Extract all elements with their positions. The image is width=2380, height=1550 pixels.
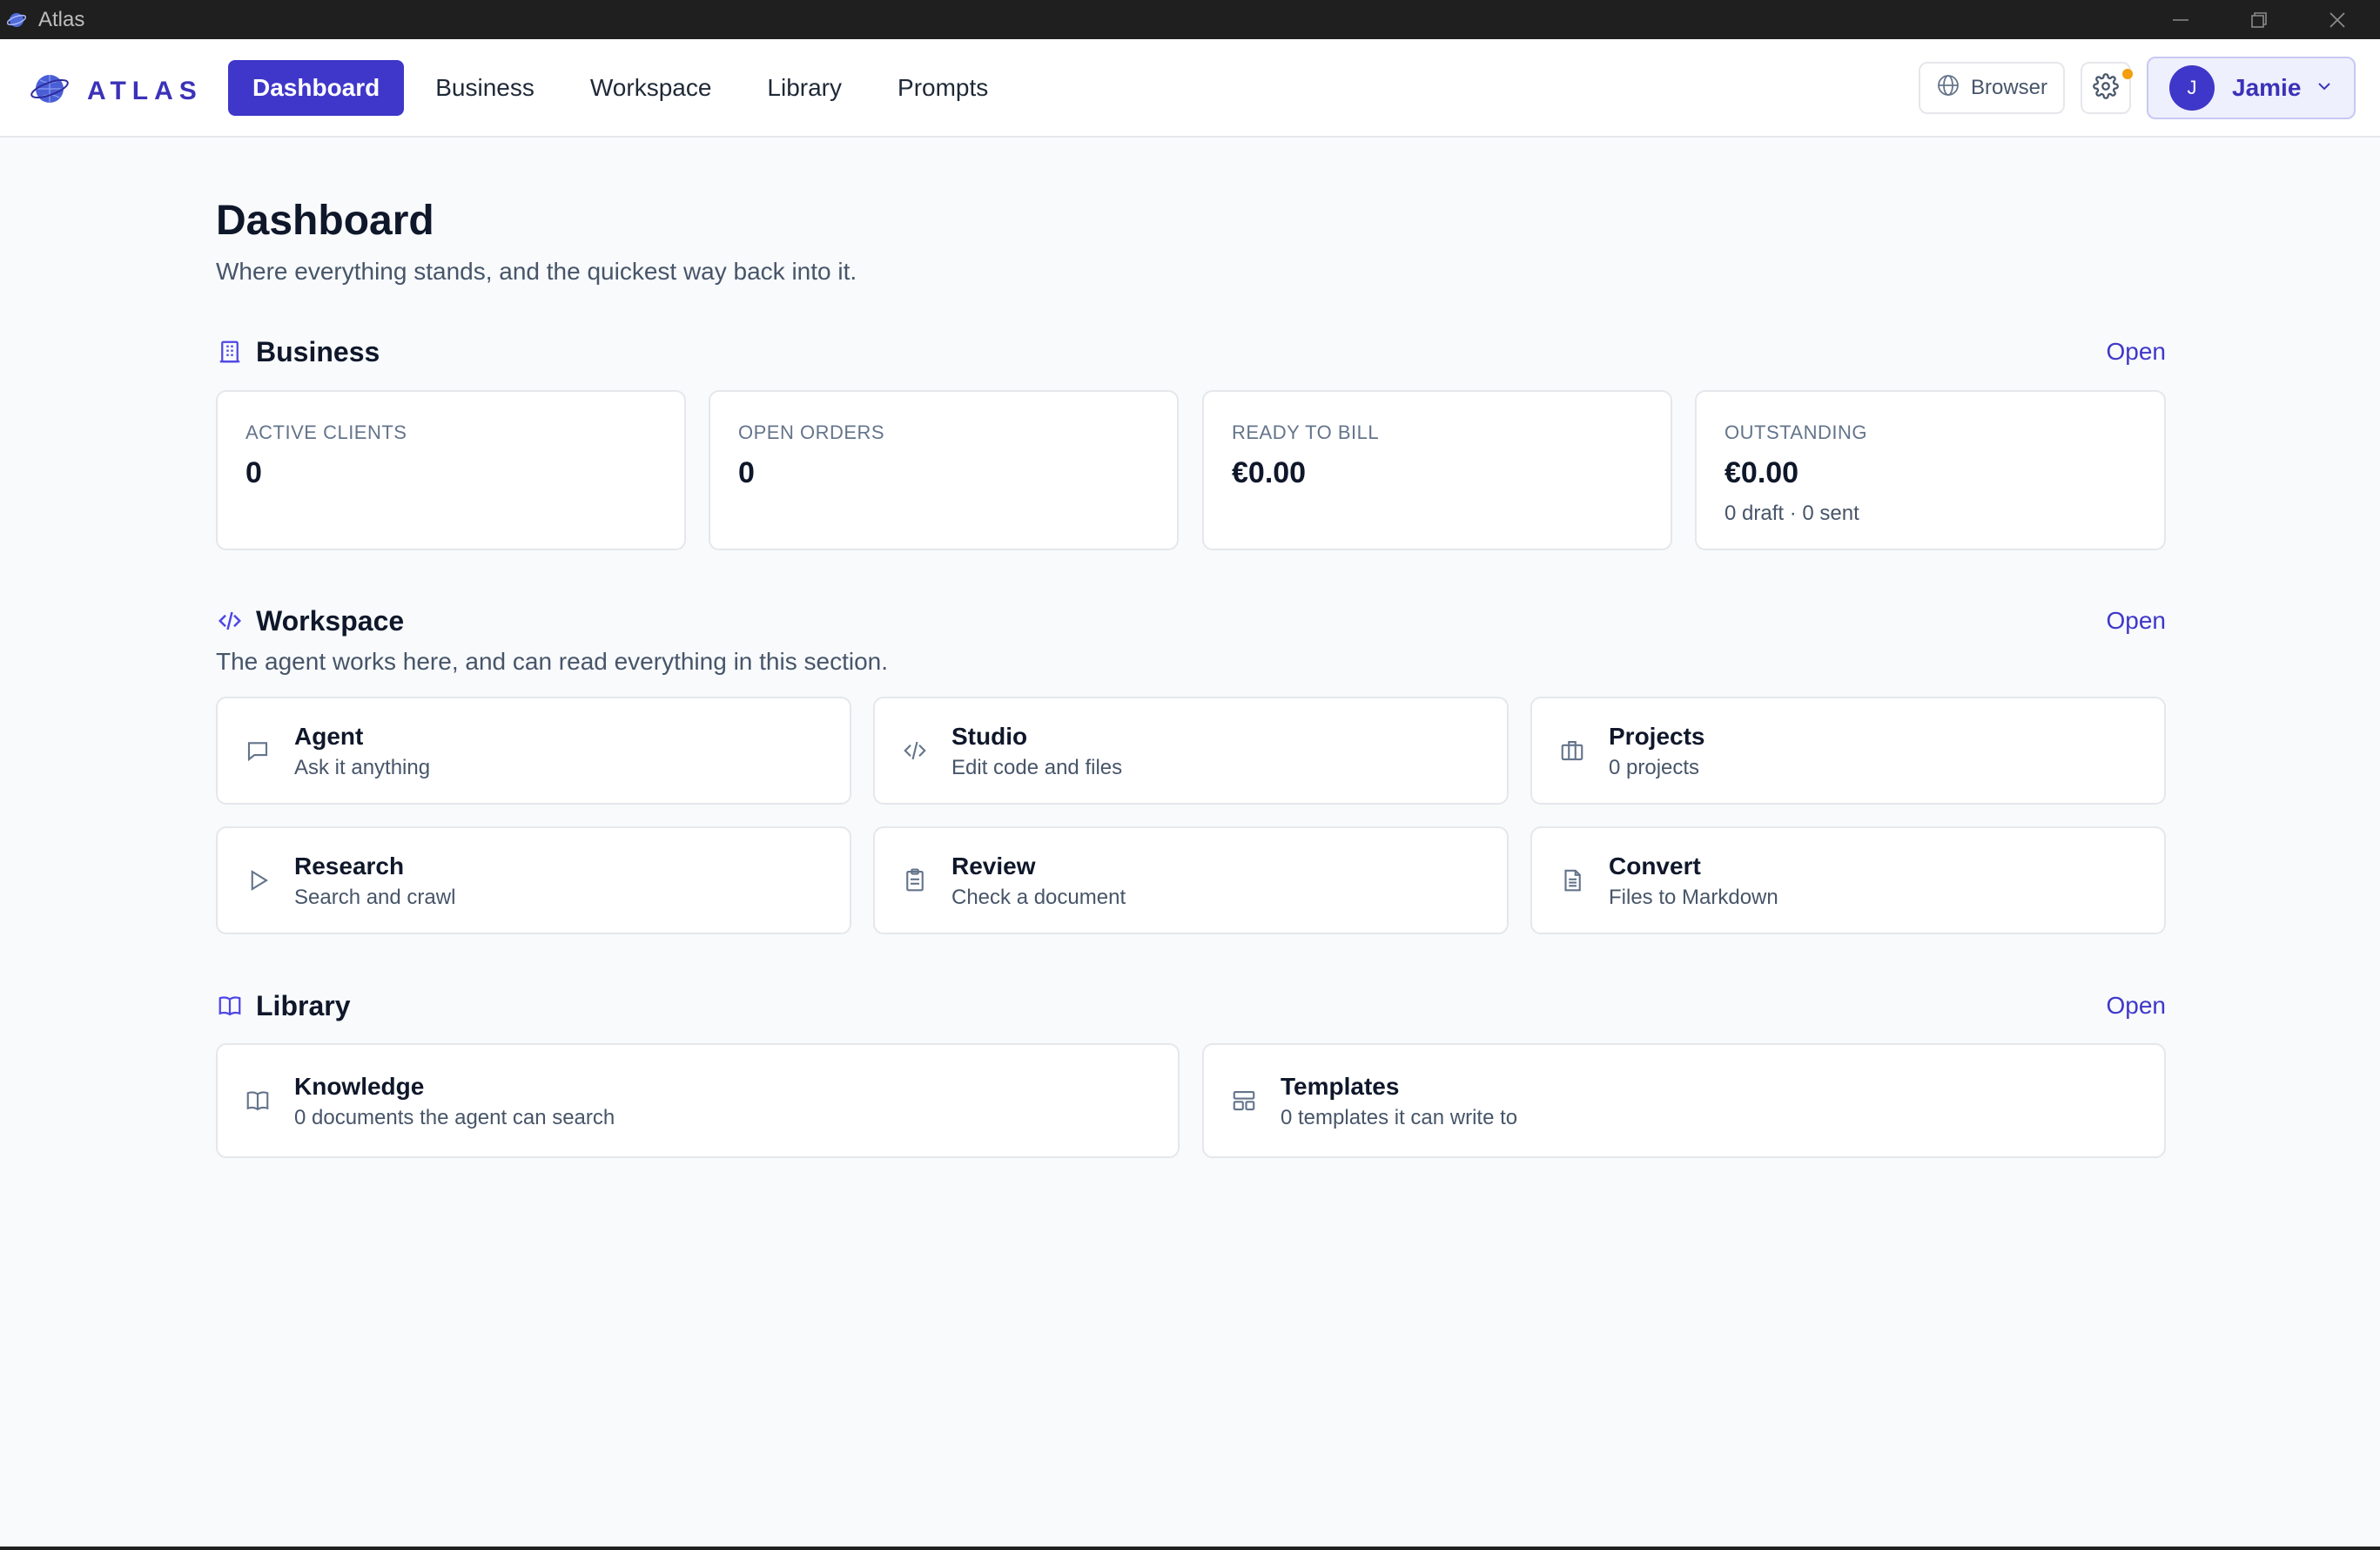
play-icon xyxy=(244,866,272,894)
clipboard-icon xyxy=(901,866,929,894)
business-section-header: Business Open xyxy=(216,333,2166,371)
workspace-section-header: Workspace Open xyxy=(216,602,2166,640)
browser-label: Browser xyxy=(1970,76,2048,99)
stat-card-active-clients[interactable]: ACTIVE CLIENTS 0 xyxy=(216,390,686,550)
tile-studio[interactable]: Studio Edit code and files xyxy=(873,697,1509,805)
tile-title: Agent xyxy=(294,723,364,750)
library-title: Library xyxy=(256,989,351,1021)
window-bottom-edge xyxy=(0,1547,2380,1550)
app-icon xyxy=(7,10,28,30)
tile-subtitle: Edit code and files xyxy=(951,756,1123,779)
stat-value: €0.00 xyxy=(1232,456,1307,489)
window-title: Atlas xyxy=(38,7,85,31)
page-title: Dashboard xyxy=(216,198,434,244)
stat-value: 0 xyxy=(738,456,755,489)
tab-business[interactable]: Business xyxy=(411,60,559,116)
stat-sub: 0 draft · 0 sent xyxy=(1724,502,1859,525)
globe-icon xyxy=(1936,73,1971,104)
file-text-icon xyxy=(1558,866,1586,894)
tile-subtitle: Files to Markdown xyxy=(1609,886,1778,909)
tile-research[interactable]: Research Search and crawl xyxy=(216,826,851,934)
tile-title: Templates xyxy=(1281,1073,1400,1100)
code-icon xyxy=(901,737,929,765)
code-icon xyxy=(216,607,244,635)
atlas-logo[interactable]: ATLAS xyxy=(30,69,203,113)
tile-subtitle: 0 templates it can write to xyxy=(1281,1106,1518,1129)
tile-review[interactable]: Review Check a document xyxy=(873,826,1509,934)
gear-icon xyxy=(2093,72,2119,104)
workspace-title: Workspace xyxy=(256,604,405,637)
tile-title: Studio xyxy=(951,723,1028,750)
close-icon[interactable] xyxy=(2298,0,2377,39)
tile-title: Knowledge xyxy=(294,1073,425,1100)
main-nav-tabs: Dashboard Business Workspace Library Pro… xyxy=(228,60,1019,116)
workspace-description: The agent works here, and can read every… xyxy=(216,648,888,675)
globe-logo-icon xyxy=(30,69,70,113)
tile-subtitle: Search and crawl xyxy=(294,886,456,909)
stat-card-open-orders[interactable]: OPEN ORDERS 0 xyxy=(709,390,1179,550)
tile-templates[interactable]: Templates 0 templates it can write to xyxy=(1202,1043,2166,1158)
settings-button[interactable] xyxy=(2081,62,2133,114)
page-subtitle: Where everything stands, and the quickes… xyxy=(216,258,857,285)
logo-text: ATLAS xyxy=(87,76,203,105)
tile-title: Convert xyxy=(1609,852,1701,879)
avatar: J xyxy=(2169,65,2215,111)
stat-card-outstanding[interactable]: OUTSTANDING €0.00 0 draft · 0 sent xyxy=(1695,390,2166,550)
book-icon xyxy=(244,1087,272,1115)
tile-subtitle: 0 documents the agent can search xyxy=(294,1106,615,1129)
stat-value: €0.00 xyxy=(1724,456,1799,489)
stat-label: READY TO BILL xyxy=(1232,421,1380,443)
workspace-open-link[interactable]: Open xyxy=(2107,607,2167,635)
tile-subtitle: 0 projects xyxy=(1609,756,1700,779)
tile-subtitle: Ask it anything xyxy=(294,756,431,779)
window-titlebar: Atlas xyxy=(0,0,2380,39)
tile-knowledge[interactable]: Knowledge 0 documents the agent can sear… xyxy=(216,1043,1180,1158)
tile-title: Projects xyxy=(1609,723,1705,750)
stat-label: ACTIVE CLIENTS xyxy=(245,421,407,443)
tile-convert[interactable]: Convert Files to Markdown xyxy=(1530,826,2166,934)
notification-dot xyxy=(2122,69,2133,79)
library-section-header: Library Open xyxy=(216,987,2166,1025)
tile-subtitle: Check a document xyxy=(951,886,1126,909)
tab-workspace[interactable]: Workspace xyxy=(566,60,736,116)
chevron-down-icon xyxy=(2315,77,2334,100)
business-open-link[interactable]: Open xyxy=(2107,338,2167,366)
tile-projects[interactable]: Projects 0 projects xyxy=(1530,697,2166,805)
tile-title: Review xyxy=(951,852,1036,879)
top-navigation: ATLAS Dashboard Business Workspace Libra… xyxy=(0,39,2380,138)
restore-icon[interactable] xyxy=(2220,0,2298,39)
stat-label: OUTSTANDING xyxy=(1724,421,1867,443)
stat-value: 0 xyxy=(245,456,262,489)
tile-title: Research xyxy=(294,852,405,879)
tile-agent[interactable]: Agent Ask it anything xyxy=(216,697,851,805)
browser-button[interactable]: Browser xyxy=(1919,62,2065,114)
building-icon xyxy=(216,338,244,366)
business-title: Business xyxy=(256,335,380,367)
stat-label: OPEN ORDERS xyxy=(738,421,885,443)
tab-dashboard[interactable]: Dashboard xyxy=(228,60,405,116)
tab-prompts[interactable]: Prompts xyxy=(873,60,1012,116)
book-icon xyxy=(216,992,244,1020)
tab-library[interactable]: Library xyxy=(743,60,866,116)
minimize-icon[interactable] xyxy=(2141,0,2220,39)
library-open-link[interactable]: Open xyxy=(2107,992,2167,1020)
layout-icon xyxy=(1230,1087,1258,1115)
chat-icon xyxy=(244,737,272,765)
user-name: Jamie xyxy=(2232,74,2302,101)
stat-card-ready-to-bill[interactable]: READY TO BILL €0.00 xyxy=(1202,390,1672,550)
briefcase-icon xyxy=(1558,737,1586,765)
user-menu-button[interactable]: J Jamie xyxy=(2147,57,2356,119)
